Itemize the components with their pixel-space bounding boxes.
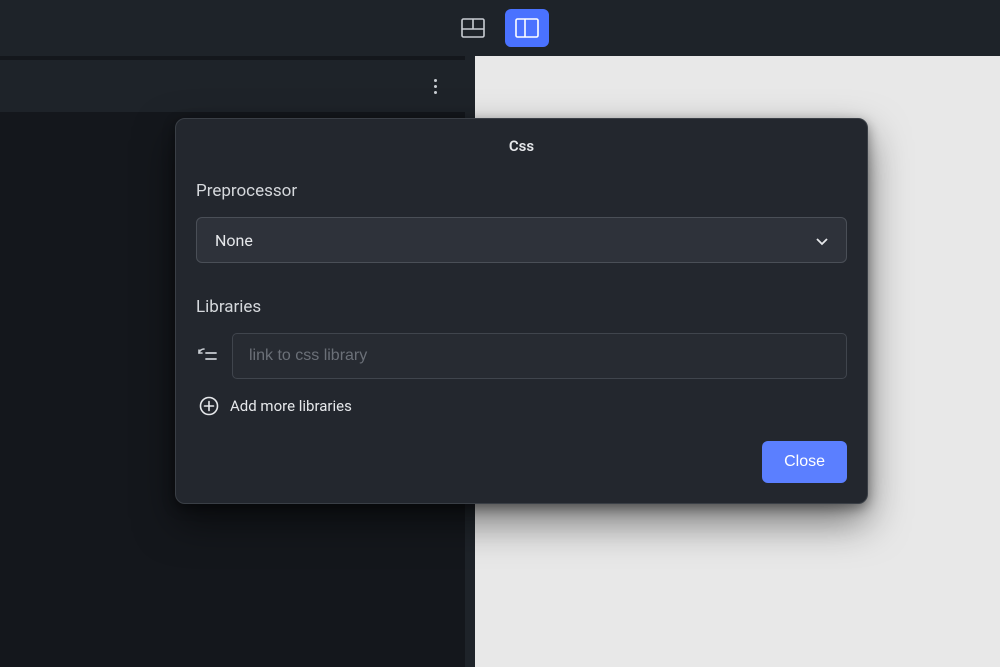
layout-split-icon [515,18,539,38]
layout-grid-button[interactable] [451,9,495,47]
add-library-label: Add more libraries [230,397,352,415]
modal-footer: Close [196,441,847,483]
top-toolbar [0,0,1000,56]
plus-circle-icon [198,395,220,417]
layout-split-button[interactable] [505,9,549,47]
preprocessor-select[interactable]: None [196,217,847,263]
modal-title: Css [196,137,847,155]
css-settings-modal: Css Preprocessor None Libraries Add [175,118,868,504]
library-url-input[interactable] [232,333,847,379]
layout-grid-icon [461,18,485,38]
close-button[interactable]: Close [762,441,847,483]
reorder-icon[interactable] [196,345,218,367]
library-row [196,333,847,379]
libraries-label: Libraries [196,297,847,317]
chevron-down-icon [816,231,828,250]
pane-menu-button[interactable] [423,74,447,98]
add-library-button[interactable]: Add more libraries [196,395,847,417]
preprocessor-value: None [215,231,253,250]
editor-pane-header [0,60,465,112]
preprocessor-label: Preprocessor [196,181,847,201]
